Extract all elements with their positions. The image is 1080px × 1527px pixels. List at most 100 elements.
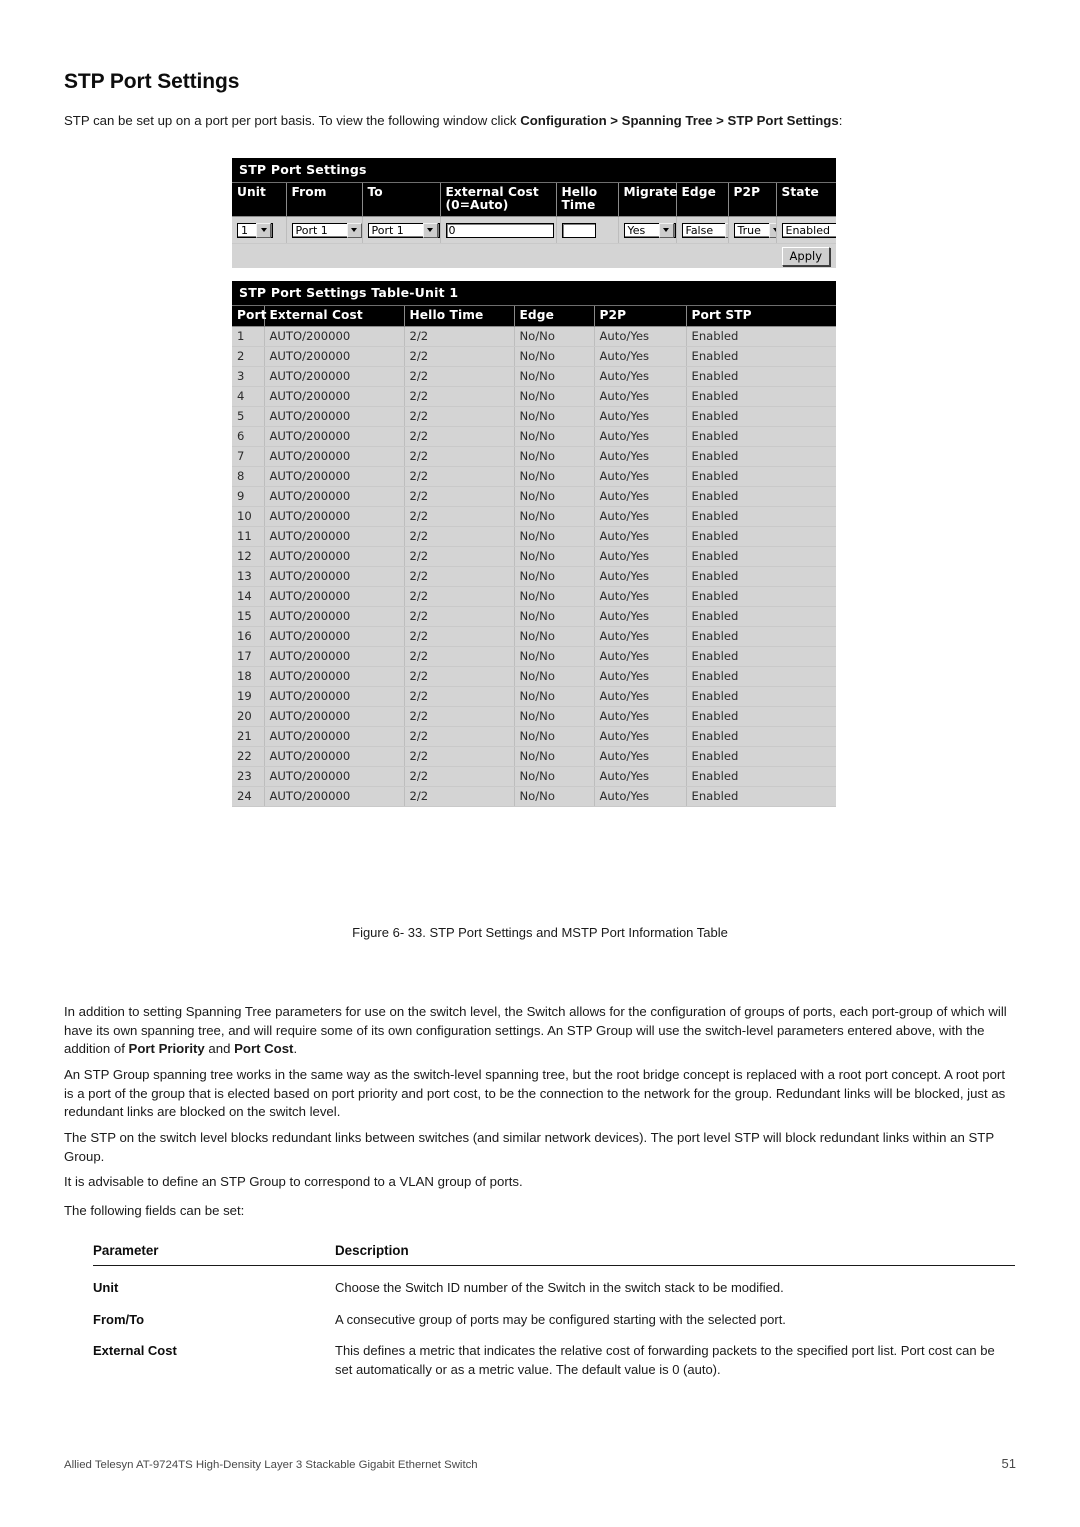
edge-value: False	[685, 223, 714, 237]
cell-external-cost: AUTO/200000	[264, 366, 405, 387]
parameter-row: Unit Choose the Switch ID number of the S…	[93, 1266, 1015, 1298]
cell-external-cost: AUTO/200000	[264, 666, 405, 687]
cell-p2p: Auto/Yes	[594, 686, 687, 707]
cell-port: 1	[232, 326, 265, 347]
cell-hello-time: 2/2	[404, 406, 515, 427]
cell-port-stp: Enabled	[686, 386, 836, 407]
cell-port: 18	[232, 666, 265, 687]
table-row: 24 AUTO/200000 2/2 No/No Auto/Yes Enabled	[232, 786, 836, 807]
cell-port: 13	[232, 566, 265, 587]
col-state: State	[776, 183, 836, 217]
cell-p2p: Auto/Yes	[594, 666, 687, 687]
col-port: Port	[232, 306, 266, 327]
to-port-select[interactable]: Port 1	[367, 222, 439, 238]
cell-p2p: Auto/Yes	[594, 406, 687, 427]
cell-external-cost: AUTO/200000	[264, 386, 405, 407]
document-page: STP Port Settings STP can be set up on a…	[0, 0, 1080, 1527]
cell-p2p: Auto/Yes	[594, 426, 687, 447]
cell-port-stp: Enabled	[686, 366, 836, 387]
cell-edge: No/No	[514, 506, 595, 527]
migrate-select[interactable]: Yes	[623, 222, 675, 238]
cell-port-stp: Enabled	[686, 486, 836, 507]
col-from: From	[286, 183, 363, 217]
cell-external-cost: AUTO/200000	[264, 586, 405, 607]
col-table-edge: Edge	[514, 306, 595, 327]
cell-hello-time: 2/2	[404, 706, 515, 727]
external-cost-input[interactable]: 0	[445, 222, 554, 238]
table-row: 11 AUTO/200000 2/2 No/No Auto/Yes Enabled	[232, 526, 836, 547]
cell-hello-time: 2/2	[404, 566, 515, 587]
intro-text-suffix: :	[838, 113, 843, 129]
cell-port: 4	[232, 386, 265, 407]
cell-external-cost: AUTO/200000	[264, 546, 405, 567]
cell-edge: No/No	[514, 666, 595, 687]
paragraph-1-text-end: .	[293, 1041, 298, 1057]
cell-external-cost: AUTO/200000	[264, 446, 405, 467]
cell-port-stp: Enabled	[686, 646, 836, 667]
parameter-table-header-row: Parameter Description	[93, 1243, 1015, 1266]
cell-hello-time: 2/2	[404, 686, 515, 707]
col-external-cost: External Cost (0=Auto)	[440, 183, 557, 217]
cell-p2p: Auto/Yes	[594, 746, 687, 767]
cell-external-cost: AUTO/200000	[264, 326, 405, 347]
table-panel-title: STP Port Settings Table-Unit 1	[232, 281, 836, 306]
table-row: 23 AUTO/200000 2/2 No/No Auto/Yes Enabled	[232, 766, 836, 787]
cell-external-cost: AUTO/200000	[264, 786, 405, 807]
cell-p2p: Auto/Yes	[594, 486, 687, 507]
table-row: 19 AUTO/200000 2/2 No/No Auto/Yes Enabled	[232, 686, 836, 707]
parameter-description: This defines a metric that indicates the…	[335, 1343, 995, 1377]
cell-p2p: Auto/Yes	[594, 566, 687, 587]
edge-select[interactable]: False	[681, 222, 727, 238]
table-header-row: Port External Cost Hello Time Edge P2P P…	[232, 306, 836, 327]
cell-port: 6	[232, 426, 265, 447]
table-row: 18 AUTO/200000 2/2 No/No Auto/Yes Enabled	[232, 666, 836, 687]
port-rows-body: 1 AUTO/200000 2/2 No/No Auto/Yes Enabled 2 AUTO…	[232, 326, 836, 807]
cell-p2p: Auto/Yes	[594, 446, 687, 467]
cell-port-stp: Enabled	[686, 726, 836, 747]
cell-edge: No/No	[514, 466, 595, 487]
cell-port: 15	[232, 606, 265, 627]
parameter-name: External Cost	[93, 1343, 177, 1358]
paragraph-1-bold-port-cost: Port Cost	[234, 1041, 294, 1057]
parameter-column-header: Parameter	[93, 1243, 335, 1266]
apply-button[interactable]: Apply	[781, 247, 830, 266]
table-row: 6 AUTO/200000 2/2 No/No Auto/Yes Enabled	[232, 426, 836, 447]
cell-port-stp: Enabled	[686, 346, 836, 367]
parameter-rows-body: Unit Choose the Switch ID number of the S…	[93, 1266, 1015, 1380]
from-port-select[interactable]: Port 1	[291, 222, 361, 238]
cell-port-stp: Enabled	[686, 466, 836, 487]
hello-time-input[interactable]	[561, 222, 596, 238]
p2p-select[interactable]: True	[733, 222, 775, 238]
cell-edge: No/No	[514, 686, 595, 707]
stp-port-settings-panel: STP Port Settings Unit From To External …	[232, 158, 836, 268]
stp-port-settings-table-panel: STP Port Settings Table-Unit 1 Port Exte…	[232, 281, 836, 807]
col-migrate: Migrate	[618, 183, 677, 217]
cell-port: 5	[232, 406, 265, 427]
paragraph-3: The STP on the switch level blocks redun…	[64, 1130, 994, 1164]
table-row: 14 AUTO/200000 2/2 No/No Auto/Yes Enabled	[232, 586, 836, 607]
cell-external-cost: AUTO/200000	[264, 606, 405, 627]
cell-state: Enabled	[776, 216, 836, 244]
cell-p2p: Auto/Yes	[594, 386, 687, 407]
cell-hello-time: 2/2	[404, 386, 515, 407]
cell-port: 7	[232, 446, 265, 467]
table-row: 3 AUTO/200000 2/2 No/No Auto/Yes Enabled	[232, 366, 836, 387]
cell-edge: No/No	[514, 646, 595, 667]
table-row: 8 AUTO/200000 2/2 No/No Auto/Yes Enabled	[232, 466, 836, 487]
cell-port-stp: Enabled	[686, 546, 836, 567]
col-hello-line2: Time	[561, 198, 596, 212]
cell-port: 14	[232, 586, 265, 607]
cell-port-stp: Enabled	[686, 586, 836, 607]
state-select[interactable]: Enabled	[781, 222, 836, 238]
col-edge: Edge	[676, 183, 729, 217]
cell-p2p: Auto/Yes	[594, 366, 687, 387]
cell-port: 17	[232, 646, 265, 667]
unit-select[interactable]: 1	[237, 222, 273, 238]
intro-menu-path: Configuration > Spanning Tree > STP Port…	[520, 113, 839, 129]
paragraph-4: It is advisable to define an STP Group t…	[64, 1174, 523, 1190]
cell-edge: No/No	[514, 626, 595, 647]
footer-page-number: 51	[1001, 1456, 1016, 1471]
table-row: 17 AUTO/200000 2/2 No/No Auto/Yes Enabled	[232, 646, 836, 667]
col-table-p2p: P2P	[594, 306, 687, 327]
cell-hello-time: 2/2	[404, 586, 515, 607]
